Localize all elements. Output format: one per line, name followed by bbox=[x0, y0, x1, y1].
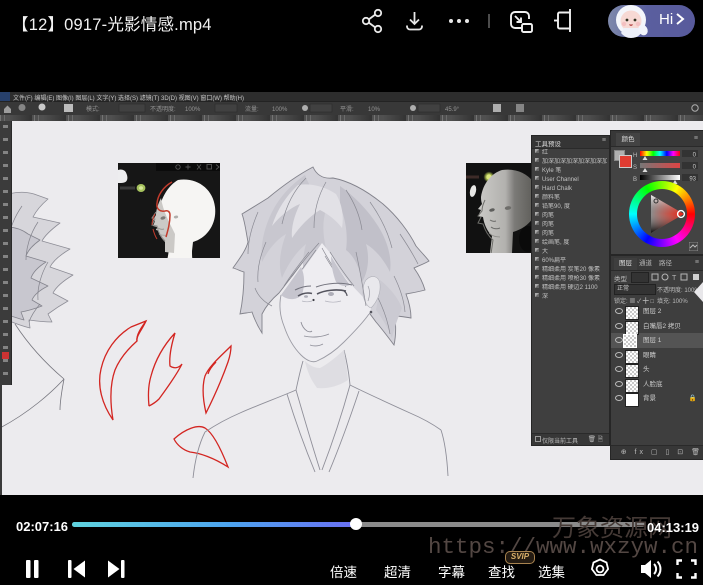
svg-text:不透明度:: 不透明度: bbox=[150, 105, 176, 113]
svg-text:100%: 100% bbox=[272, 107, 288, 113]
svg-text:10%: 10% bbox=[368, 107, 381, 113]
svg-text:平滑:: 平滑: bbox=[340, 105, 354, 113]
svg-text:45.9°: 45.9° bbox=[445, 107, 460, 113]
svg-text:100%: 100% bbox=[185, 107, 201, 113]
svg-text:流量:: 流量: bbox=[245, 105, 259, 113]
svg-text:模式:: 模式: bbox=[86, 105, 100, 113]
